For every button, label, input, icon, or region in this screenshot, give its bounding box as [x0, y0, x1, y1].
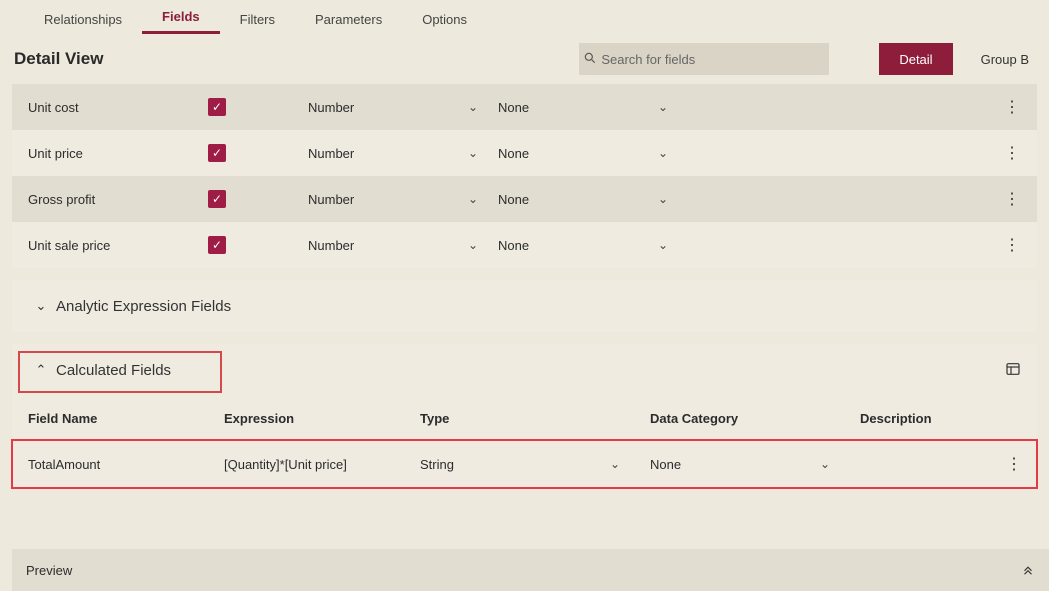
field-row: Unit price ✓ Number⌄ None⌄ ⋮	[12, 130, 1037, 176]
field-format-dropdown[interactable]: None⌄	[498, 146, 688, 161]
field-more-menu[interactable]: ⋮	[999, 235, 1019, 255]
more-vertical-icon: ⋮	[1004, 191, 1019, 208]
chevron-down-icon: ⌄	[26, 298, 56, 314]
section-header[interactable]: ⌄ Analytic Expression Fields	[12, 280, 1037, 332]
chevron-down-icon: ⌄	[658, 238, 668, 252]
section-analytic-expression-fields: ⌄ Analytic Expression Fields	[12, 280, 1037, 332]
tab-relationships[interactable]: Relationships	[24, 4, 142, 34]
check-icon: ✓	[212, 239, 222, 251]
col-description: Description	[860, 411, 1001, 426]
group-by-button[interactable]: Group B	[961, 43, 1049, 75]
section-title: Analytic Expression Fields	[56, 298, 231, 315]
page-title: Detail View	[14, 49, 103, 69]
chevron-down-icon: ⌄	[658, 146, 668, 160]
field-visible-checkbox[interactable]: ✓	[208, 98, 226, 116]
calculated-header-row: Field Name Expression Type Data Category…	[12, 396, 1037, 440]
more-vertical-icon: ⋮	[1004, 99, 1019, 116]
field-type-dropdown[interactable]: Number⌄	[308, 238, 498, 253]
chevron-down-icon: ⌄	[610, 457, 620, 471]
field-row: Gross profit ✓ Number⌄ None⌄ ⋮	[12, 176, 1037, 222]
check-icon: ✓	[212, 193, 222, 205]
chevron-down-icon: ⌄	[468, 192, 478, 206]
col-field-name: Field Name	[28, 411, 224, 426]
search-icon	[579, 51, 601, 68]
field-more-menu[interactable]: ⋮	[999, 143, 1019, 163]
field-visible-checkbox[interactable]: ✓	[208, 190, 226, 208]
field-format-dropdown[interactable]: None⌄	[498, 192, 688, 207]
check-icon: ✓	[212, 101, 222, 113]
field-more-menu[interactable]: ⋮	[999, 189, 1019, 209]
chevron-down-icon: ⌄	[658, 192, 668, 206]
col-expression: Expression	[224, 411, 420, 426]
field-row: Unit sale price ✓ Number⌄ None⌄ ⋮	[12, 222, 1037, 268]
preview-label: Preview	[26, 563, 72, 578]
search-input[interactable]	[601, 52, 829, 67]
add-calculated-field-icon[interactable]	[1005, 361, 1023, 380]
search-field[interactable]	[579, 43, 829, 75]
more-vertical-icon: ⋮	[1004, 237, 1019, 254]
field-type-dropdown[interactable]: Number⌄	[308, 100, 498, 115]
more-vertical-icon: ⋮	[1004, 145, 1019, 162]
calc-type-dropdown[interactable]: String⌄	[420, 457, 650, 472]
calc-expression: [Quantity]*[Unit price]	[224, 457, 420, 472]
detail-button[interactable]: Detail	[879, 43, 952, 75]
field-visible-checkbox[interactable]: ✓	[208, 144, 226, 162]
field-visible-checkbox[interactable]: ✓	[208, 236, 226, 254]
fields-list: Unit cost ✓ Number⌄ None⌄ ⋮ Unit price ✓…	[12, 84, 1037, 268]
header-bar: Detail View Detail Group B	[0, 34, 1049, 84]
field-more-menu[interactable]: ⋮	[999, 97, 1019, 117]
field-name: Unit price	[28, 146, 208, 161]
calc-category-dropdown[interactable]: None⌄	[650, 457, 860, 472]
chevron-down-icon: ⌄	[658, 100, 668, 114]
field-name: Unit sale price	[28, 238, 208, 253]
col-data-category: Data Category	[650, 411, 860, 426]
section-header[interactable]: ⌃ Calculated Fields	[12, 344, 1037, 396]
chevron-down-icon: ⌄	[468, 146, 478, 160]
chevron-down-icon: ⌄	[468, 238, 478, 252]
calculated-row[interactable]: TotalAmount [Quantity]*[Unit price] Stri…	[12, 440, 1037, 488]
field-name: Gross profit	[28, 192, 208, 207]
tab-fields[interactable]: Fields	[142, 1, 220, 34]
col-type: Type	[420, 411, 650, 426]
field-type-dropdown[interactable]: Number⌄	[308, 146, 498, 161]
field-row: Unit cost ✓ Number⌄ None⌄ ⋮	[12, 84, 1037, 130]
check-icon: ✓	[212, 147, 222, 159]
calc-more-menu[interactable]: ⋮	[1001, 454, 1021, 474]
expand-up-icon[interactable]	[1021, 562, 1035, 579]
highlight-box	[18, 351, 222, 393]
calc-name: TotalAmount	[28, 457, 224, 472]
field-format-dropdown[interactable]: None⌄	[498, 100, 688, 115]
tab-options[interactable]: Options	[402, 4, 487, 34]
tab-parameters[interactable]: Parameters	[295, 4, 402, 34]
field-name: Unit cost	[28, 100, 208, 115]
chevron-down-icon: ⌄	[820, 457, 830, 471]
field-format-dropdown[interactable]: None⌄	[498, 238, 688, 253]
chevron-down-icon: ⌄	[468, 100, 478, 114]
more-vertical-icon: ⋮	[1006, 456, 1021, 473]
field-type-dropdown[interactable]: Number⌄	[308, 192, 498, 207]
top-tabs: Relationships Fields Filters Parameters …	[0, 0, 1049, 34]
section-calculated-fields: ⌃ Calculated Fields Field Name Expressio…	[12, 344, 1037, 488]
tab-filters[interactable]: Filters	[220, 4, 295, 34]
preview-panel[interactable]: Preview	[12, 549, 1049, 591]
